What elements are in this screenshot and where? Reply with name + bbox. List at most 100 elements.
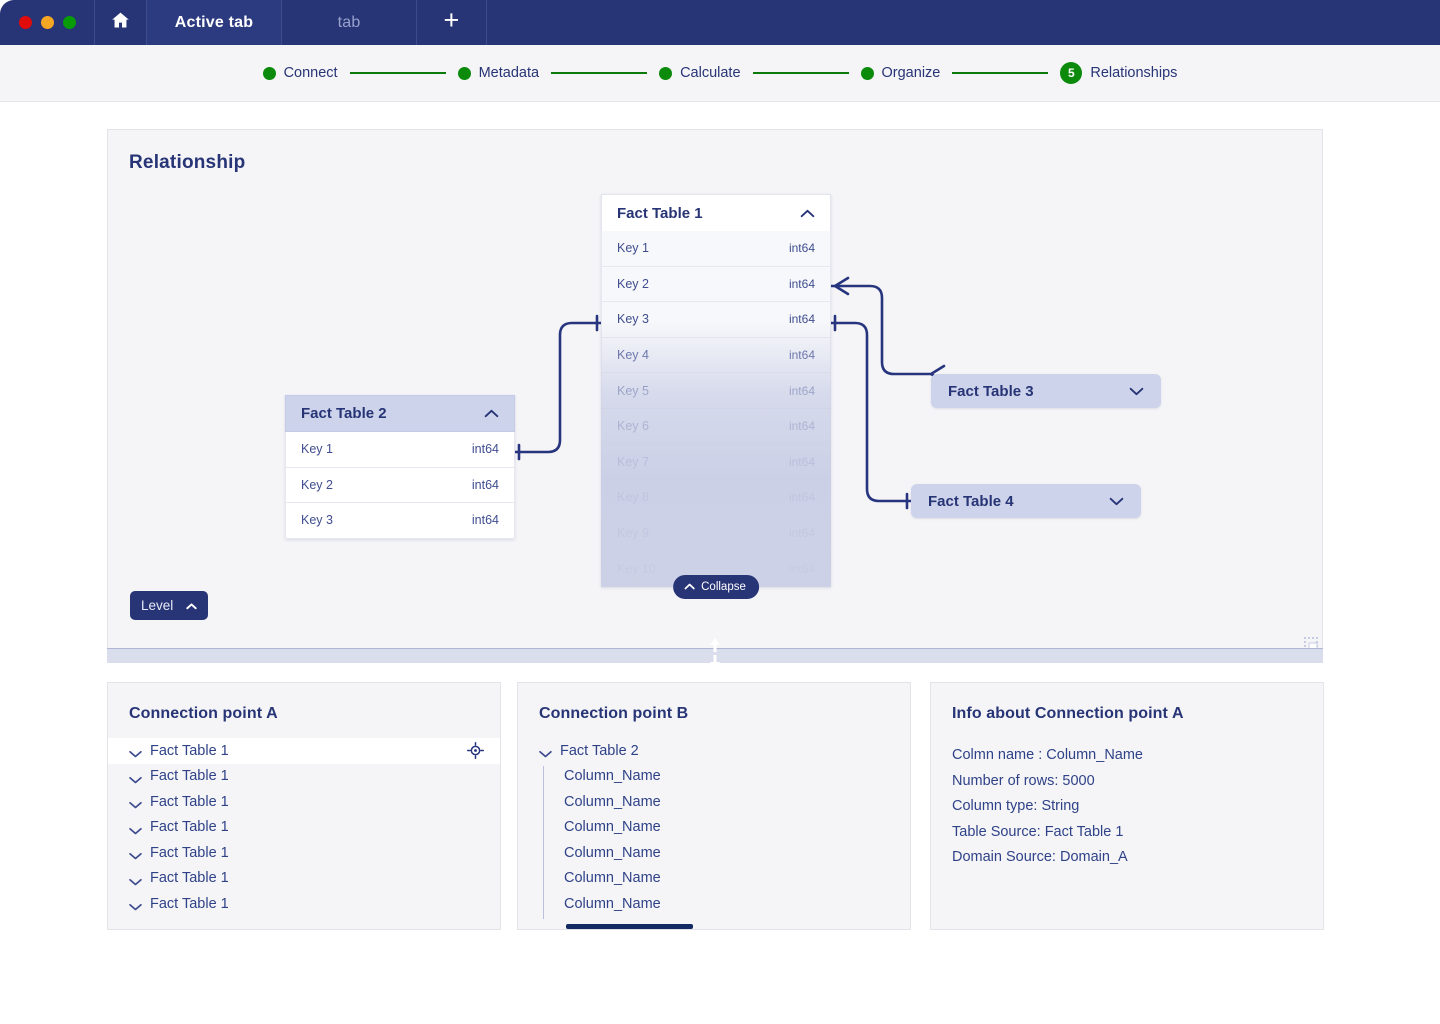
chevron-down-icon[interactable] — [1129, 383, 1144, 400]
chevron-up-icon[interactable] — [484, 405, 499, 422]
chevron-up-icon[interactable] — [800, 205, 815, 222]
step-relationships-label: Relationships — [1090, 65, 1177, 81]
table-row[interactable]: Key 3int64 — [601, 302, 831, 338]
list-item[interactable]: Fact Table 1 — [108, 764, 500, 790]
table-row[interactable]: Key 5int64 — [601, 373, 831, 409]
collapse-button[interactable]: Collapse — [673, 575, 759, 599]
list-item[interactable]: Fact Table 1 — [108, 891, 500, 917]
list-item-label: Fact Table 2 — [560, 743, 639, 759]
collapse-button-label: Collapse — [701, 581, 746, 593]
table-row[interactable]: Key 2int64 — [285, 468, 515, 504]
chevron-down-icon[interactable] — [1109, 493, 1124, 510]
step-connect-bullet — [263, 67, 276, 80]
entity-card-title: Fact Table 1 — [617, 205, 703, 222]
chevron-down-icon[interactable] — [129, 900, 142, 908]
row-type: int64 — [472, 478, 499, 492]
info-domain-source: Domain Source: Domain_A — [952, 845, 1143, 871]
stepper-track: Connect Metadata Calculate Organize 5 Re… — [263, 62, 1178, 84]
tab-active-label: Active tab — [175, 14, 253, 32]
entity-card-fact-table-1[interactable]: Fact Table 1 Key 1int64 Key 2 int64 Key 3… — [601, 194, 831, 587]
panel-a-title: Connection point A — [129, 705, 278, 723]
list-item-selected[interactable]: Fact Table 1 — [108, 738, 500, 764]
table-row[interactable]: Key 1int64 — [285, 432, 515, 468]
row-type: int64 — [789, 277, 815, 291]
list-item-label: Column_Name — [564, 819, 661, 835]
table-row[interactable]: Key 4 int64 — [601, 338, 831, 374]
tab-secondary[interactable]: tab — [282, 0, 417, 45]
list-item[interactable]: Fact Table 1 — [108, 866, 500, 892]
list-item[interactable]: Column_Name — [547, 764, 910, 790]
relationship-canvas[interactable]: Relationship — [107, 129, 1323, 656]
panel-b-title: Connection point B — [539, 705, 688, 723]
list-item-label: Column_Name — [564, 845, 661, 861]
chevron-down-icon[interactable] — [129, 772, 142, 780]
list-item[interactable]: Column_Name — [547, 840, 910, 866]
home-button[interactable] — [95, 0, 147, 45]
list-item[interactable]: Fact Table 1 — [108, 840, 500, 866]
step-relationships-bullet: 5 — [1060, 62, 1082, 84]
list-item-root[interactable]: Fact Table 2 — [518, 738, 910, 764]
chevron-down-icon[interactable] — [129, 823, 142, 831]
row-type: int64 — [789, 348, 815, 362]
chevron-up-icon — [684, 581, 695, 593]
row-type: int64 — [789, 384, 815, 398]
panel-a-list: Fact Table 1 Fact T — [108, 738, 500, 917]
chevron-down-icon[interactable] — [129, 874, 142, 882]
step-organize[interactable]: Organize — [861, 65, 941, 81]
row-type: int64 — [472, 513, 499, 527]
chevron-down-icon[interactable] — [129, 798, 142, 806]
list-item[interactable]: Column_Name — [547, 891, 910, 917]
step-connect[interactable]: Connect — [263, 65, 338, 81]
entity-card-title: Fact Table 3 — [948, 383, 1034, 400]
maximize-window-button[interactable] — [63, 16, 76, 29]
chevron-down-icon[interactable] — [539, 747, 552, 755]
list-item[interactable]: Column_Name — [547, 789, 910, 815]
row-key: Key 7 — [617, 455, 649, 469]
table-row[interactable]: Key 6int64 — [601, 409, 831, 445]
step-calculate[interactable]: Calculate — [659, 65, 740, 81]
row-key: Key 3 — [617, 312, 649, 326]
window-controls[interactable] — [0, 0, 95, 45]
row-type: int64 — [472, 442, 499, 456]
tab-active[interactable]: Active tab — [147, 0, 282, 45]
entity-card-header[interactable]: Fact Table 1 — [601, 194, 831, 231]
row-key: Key 3 — [301, 513, 333, 527]
connection-point-a-panel: Connection point A Fact Table 1 — [107, 682, 501, 930]
panel-b-horizontal-scrollbar[interactable] — [566, 924, 693, 929]
step-organize-label: Organize — [882, 65, 941, 81]
chevron-down-icon[interactable] — [129, 747, 142, 755]
list-item-label: Column_Name — [564, 794, 661, 810]
minimize-window-button[interactable] — [41, 16, 54, 29]
info-column-type: Column type: String — [952, 794, 1143, 820]
list-item[interactable]: Column_Name — [547, 866, 910, 892]
level-button-label: Level — [141, 598, 173, 613]
entity-card-fact-table-2[interactable]: Fact Table 2 Key 1int64 Key 2int64 Key 3… — [285, 395, 515, 539]
table-row[interactable]: Key 2 int64 — [601, 267, 831, 303]
entity-card-header[interactable]: Fact Table 2 — [285, 395, 515, 432]
chevron-down-icon[interactable] — [129, 849, 142, 857]
row-key: Key 4 — [617, 348, 649, 362]
list-item[interactable]: Fact Table 1 — [108, 789, 500, 815]
list-item-label: Fact Table 1 — [150, 743, 229, 759]
canvas-horizontal-scrollbar[interactable] — [107, 648, 1323, 663]
list-item[interactable]: Fact Table 1 — [108, 815, 500, 841]
step-metadata[interactable]: Metadata — [458, 65, 539, 81]
entity-card-fact-table-4[interactable]: Fact Table 4 — [911, 484, 1141, 518]
table-row[interactable]: Key 3 int64 — [285, 503, 515, 539]
table-row[interactable]: Key 1int64 — [601, 231, 831, 267]
level-button[interactable]: Level — [130, 591, 208, 620]
new-tab-button[interactable]: + — [417, 0, 487, 45]
step-relationships[interactable]: 5 Relationships — [1060, 62, 1177, 84]
table-row[interactable]: Key 8int64 — [601, 480, 831, 516]
panel-c-title: Info about Connection point A — [952, 705, 1184, 723]
table-row[interactable]: Key 9int64 — [601, 516, 831, 552]
table-row[interactable]: Key 7int64 — [601, 445, 831, 481]
close-window-button[interactable] — [19, 16, 32, 29]
row-key: Key 2 — [617, 277, 649, 291]
plus-icon: + — [444, 7, 460, 34]
connection-point-a-info-panel: Info about Connection point A Colmn name… — [930, 682, 1324, 930]
target-icon[interactable] — [467, 742, 484, 759]
entity-card-fact-table-3[interactable]: Fact Table 3 — [931, 374, 1161, 408]
row-type: int64 — [789, 419, 815, 433]
list-item[interactable]: Column_Name — [547, 815, 910, 841]
